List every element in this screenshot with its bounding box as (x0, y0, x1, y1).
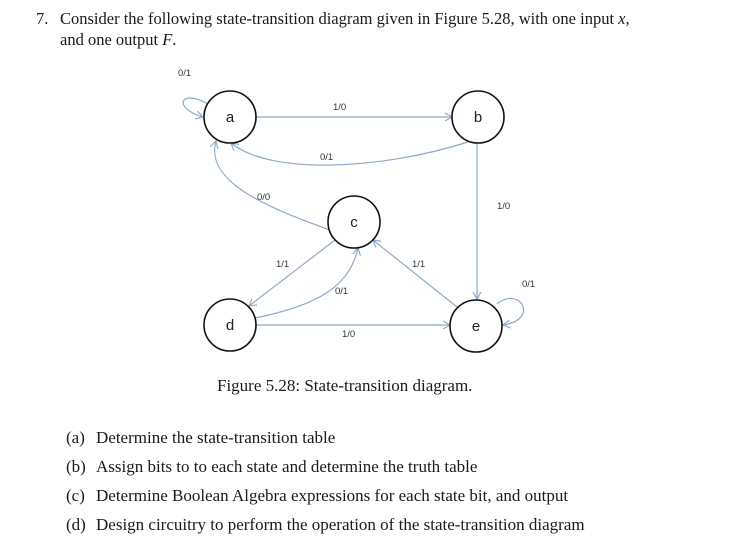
edge-e-c (372, 239, 458, 308)
edge-label-e-e: 0/1 (522, 279, 535, 290)
part-b-label: (b) (66, 457, 86, 476)
edge-label-b-e: 1/0 (497, 201, 510, 212)
part-b-text: Assign bits to to each state and determi… (96, 457, 478, 476)
figure-caption: Figure 5.28: State-transition diagram. (217, 376, 473, 395)
state-e-label: e (472, 318, 480, 335)
part-a-label: (a) (66, 428, 85, 447)
state-b: b (451, 90, 505, 144)
state-a: a (203, 90, 257, 144)
edge-c-a (209, 139, 331, 231)
state-b-label: b (474, 109, 482, 126)
edge-label-e-c: 1/1 (412, 259, 425, 270)
edge-d-c (254, 246, 361, 319)
edge-b-a (230, 141, 469, 166)
part-d-text: Design circuitry to perform the operatio… (96, 515, 585, 534)
part-c-label: (c) (66, 486, 85, 505)
state-d-label: d (226, 317, 234, 334)
edge-label-c-a: 0/0 (257, 192, 270, 203)
edge-label-a-a: 0/1 (178, 68, 191, 79)
part-a: (a) Determine the state-transition table (66, 428, 335, 448)
edge-label-c-d: 1/1 (276, 259, 289, 270)
state-a-label: a (226, 109, 235, 126)
edge-label-b-a: 0/1 (320, 152, 333, 163)
edge-label-d-c: 0/1 (335, 286, 348, 297)
state-c: c (327, 195, 381, 249)
part-a-text: Determine the state-transition table (96, 428, 336, 447)
part-d-label: (d) (66, 515, 86, 534)
state-e: e (449, 299, 503, 353)
edge-label-a-b: 1/0 (333, 102, 346, 113)
state-d: d (203, 298, 257, 352)
part-c: (c) Determine Boolean Algebra expressions… (66, 486, 568, 506)
part-b: (b) Assign bits to to each state and dete… (66, 457, 477, 477)
part-d: (d) Design circuitry to perform the opera… (66, 515, 585, 535)
state-c-label: c (350, 214, 358, 231)
part-c-text: Determine Boolean Algebra expressions fo… (96, 486, 569, 505)
edge-label-d-e: 1/0 (342, 329, 355, 340)
